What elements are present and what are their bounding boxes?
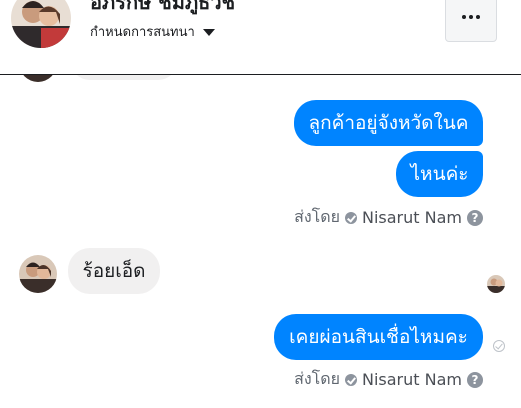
help-icon[interactable]: ? [467,371,483,388]
incoming-message-bubble[interactable]: ร้อยเอ็ด [68,248,160,294]
seen-by-avatar [487,275,505,293]
more-options-button[interactable] [445,0,497,42]
sent-by-label: ส่งโดย [294,207,340,226]
sender-name: Nisarut Nam [362,208,462,227]
message-text: ไหนค่ะ [410,163,469,185]
conversation-settings-dropdown[interactable]: กำหนดการสนทนา [90,21,215,42]
chat-window: อภิรักษ์ ชมภูธิวัช กำหนดการสนทนา ลูกค้าอ… [0,0,521,408]
message-text: เคยผ่อนสินเชื่อไหมคะ [289,326,468,348]
outgoing-message-bubble[interactable]: เคยผ่อนสินเชื่อไหมคะ [274,314,483,360]
message-text: ลูกค้าอยู่จังหวัดในค [308,112,469,134]
contact-avatar[interactable] [19,255,57,293]
check-circle-icon [345,211,357,224]
outgoing-message-bubble[interactable]: ลูกค้าอยู่จังหวัดในค [294,100,483,146]
sent-by-label: ส่งโดย [294,369,340,388]
more-horizontal-icon [462,15,466,19]
sent-check-icon [493,340,505,352]
help-icon[interactable]: ? [467,209,483,226]
message-text: ร้อยเอ็ด [82,260,146,282]
sent-by-status: ส่งโดย Nisarut Nam ? [294,367,483,392]
caret-down-icon [202,29,215,36]
conversation-settings-label: กำหนดการสนทนา [90,25,195,40]
outgoing-message-bubble[interactable]: ไหนค่ะ [396,151,483,197]
contact-name[interactable]: อภิรักษ์ ชมภูธิวัช [90,0,235,18]
check-circle-icon [345,373,357,386]
sender-name: Nisarut Nam [362,370,462,389]
contact-avatar[interactable] [11,0,71,48]
conversation-header: อภิรักษ์ ชมภูธิวัช กำหนดการสนทนา [0,0,521,75]
sent-by-status: ส่งโดย Nisarut Nam ? [294,205,483,230]
